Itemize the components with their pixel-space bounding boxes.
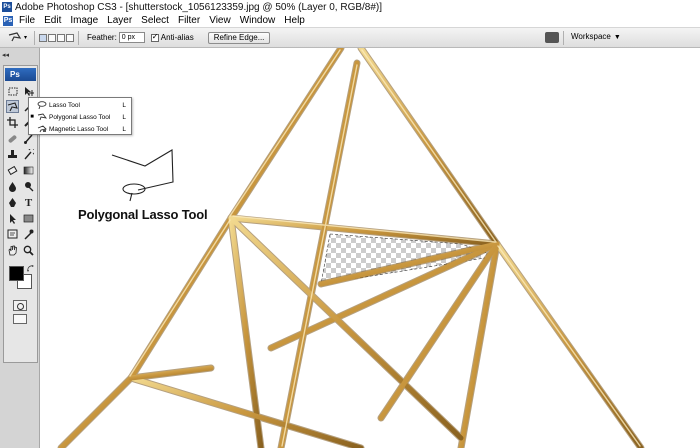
menu-image[interactable]: Image — [70, 15, 98, 26]
lasso-tool-icon[interactable] — [6, 100, 19, 113]
flyout-item-label: Lasso Tool — [49, 101, 80, 109]
menu-select[interactable]: Select — [141, 15, 169, 26]
menu-edit[interactable]: Edit — [44, 15, 61, 26]
pen-tool-icon[interactable] — [6, 196, 19, 209]
toolbox-logo: Ps — [5, 68, 36, 81]
polygonal-lasso-icon — [37, 113, 47, 121]
tool-preset-picker[interactable]: ▾ — [8, 31, 30, 45]
selection-mode-buttons — [39, 33, 74, 42]
flyout-item-shortcut: L — [122, 101, 126, 109]
intersect-selection-button[interactable] — [66, 33, 74, 42]
menu-filter[interactable]: Filter — [178, 15, 200, 26]
swap-colors-icon[interactable] — [27, 265, 35, 273]
pyramid-rod — [58, 375, 134, 448]
annotation-label: Polygonal Lasso Tool — [78, 207, 208, 222]
clone-stamp-tool-icon[interactable] — [6, 148, 19, 161]
history-brush-tool-icon[interactable] — [22, 148, 35, 161]
bridge-icon[interactable] — [545, 32, 559, 43]
type-tool-icon[interactable]: T — [22, 196, 35, 209]
flyout-item-label: Polygonal Lasso Tool — [49, 113, 111, 121]
anti-alias-checkbox[interactable] — [150, 32, 159, 42]
crop-tool-icon[interactable] — [6, 116, 19, 129]
zoom-tool-icon[interactable] — [22, 244, 35, 257]
divider — [563, 31, 564, 45]
lasso-icon — [37, 101, 47, 109]
foreground-color-swatch[interactable] — [9, 266, 24, 281]
screen-mode-button[interactable] — [13, 314, 27, 324]
notes-tool-icon[interactable] — [6, 228, 19, 241]
menu-file[interactable]: File — [19, 15, 35, 26]
menu-layer[interactable]: Layer — [107, 15, 132, 26]
magnetic-lasso-icon — [37, 125, 47, 133]
collapse-dock-icon[interactable]: ◂◂ — [2, 51, 9, 59]
selected-bullet-icon: ■ — [30, 114, 34, 120]
chevron-down-icon: ▾ — [24, 35, 28, 41]
flyout-item-shortcut: L — [122, 125, 126, 133]
polygonal-lasso-illustration — [111, 149, 174, 202]
window-title: Adobe Photoshop CS3 - [shutterstock_1056… — [15, 1, 383, 13]
photoshop-icon: Ps — [2, 2, 12, 12]
eraser-tool-icon[interactable] — [6, 164, 19, 177]
feather-label: Feather: — [87, 33, 117, 42]
divider — [34, 30, 35, 45]
lasso-tool-flyout: Lasso Tool L ■ Polygonal Lasso Tool L Ma… — [28, 97, 132, 135]
flyout-item-shortcut: L — [122, 113, 126, 121]
workspace-label: Workspace — [571, 32, 611, 41]
eyedropper-tool-icon[interactable] — [22, 228, 35, 241]
quick-mask-button[interactable] — [13, 300, 27, 311]
flyout-item-magnetic-lasso[interactable]: Magnetic Lasso Tool L — [29, 123, 131, 135]
menu-help[interactable]: Help — [284, 15, 305, 26]
refine-edge-button[interactable]: Refine Edge... — [207, 31, 271, 44]
title-bar: Ps Adobe Photoshop CS3 - [shutterstock_1… — [0, 0, 700, 14]
workspace-menu[interactable]: Workspace ▼ — [571, 32, 621, 41]
divider — [78, 30, 79, 45]
options-bar: ▾ Feather: 0 px Anti-alias Refine Edge..… — [0, 28, 700, 48]
healing-brush-tool-icon[interactable] — [6, 132, 19, 145]
flyout-item-lasso[interactable]: Lasso Tool L — [29, 99, 131, 111]
marquee-tool-icon[interactable] — [6, 85, 19, 98]
add-to-selection-button[interactable] — [48, 33, 56, 42]
new-selection-button[interactable] — [39, 33, 47, 42]
polygonal-lasso-icon — [8, 31, 22, 41]
path-selection-tool-icon[interactable] — [6, 212, 19, 225]
caret-down-icon: ▼ — [613, 34, 621, 41]
pyramid-rod — [128, 375, 364, 448]
subtract-from-selection-button[interactable] — [57, 33, 65, 42]
feather-input[interactable]: 0 px — [118, 32, 145, 43]
dodge-tool-icon[interactable] — [22, 180, 35, 193]
hand-tool-icon[interactable] — [6, 244, 19, 257]
flyout-item-label: Magnetic Lasso Tool — [49, 125, 109, 133]
blur-tool-icon[interactable] — [6, 180, 19, 193]
document-canvas[interactable] — [41, 48, 700, 448]
menu-view[interactable]: View — [209, 15, 231, 26]
rectangle-tool-icon[interactable] — [22, 212, 35, 225]
menu-bar: Ps File Edit Image Layer Select Filter V… — [0, 14, 700, 28]
gradient-tool-icon[interactable] — [22, 164, 35, 177]
gold-pyramid-photo — [57, 48, 645, 448]
menu-window[interactable]: Window — [240, 15, 276, 26]
anti-alias-label: Anti-alias — [160, 33, 194, 42]
flyout-item-polygonal-lasso[interactable]: ■ Polygonal Lasso Tool L — [29, 111, 131, 123]
app-menu-icon[interactable]: Ps — [3, 15, 13, 26]
